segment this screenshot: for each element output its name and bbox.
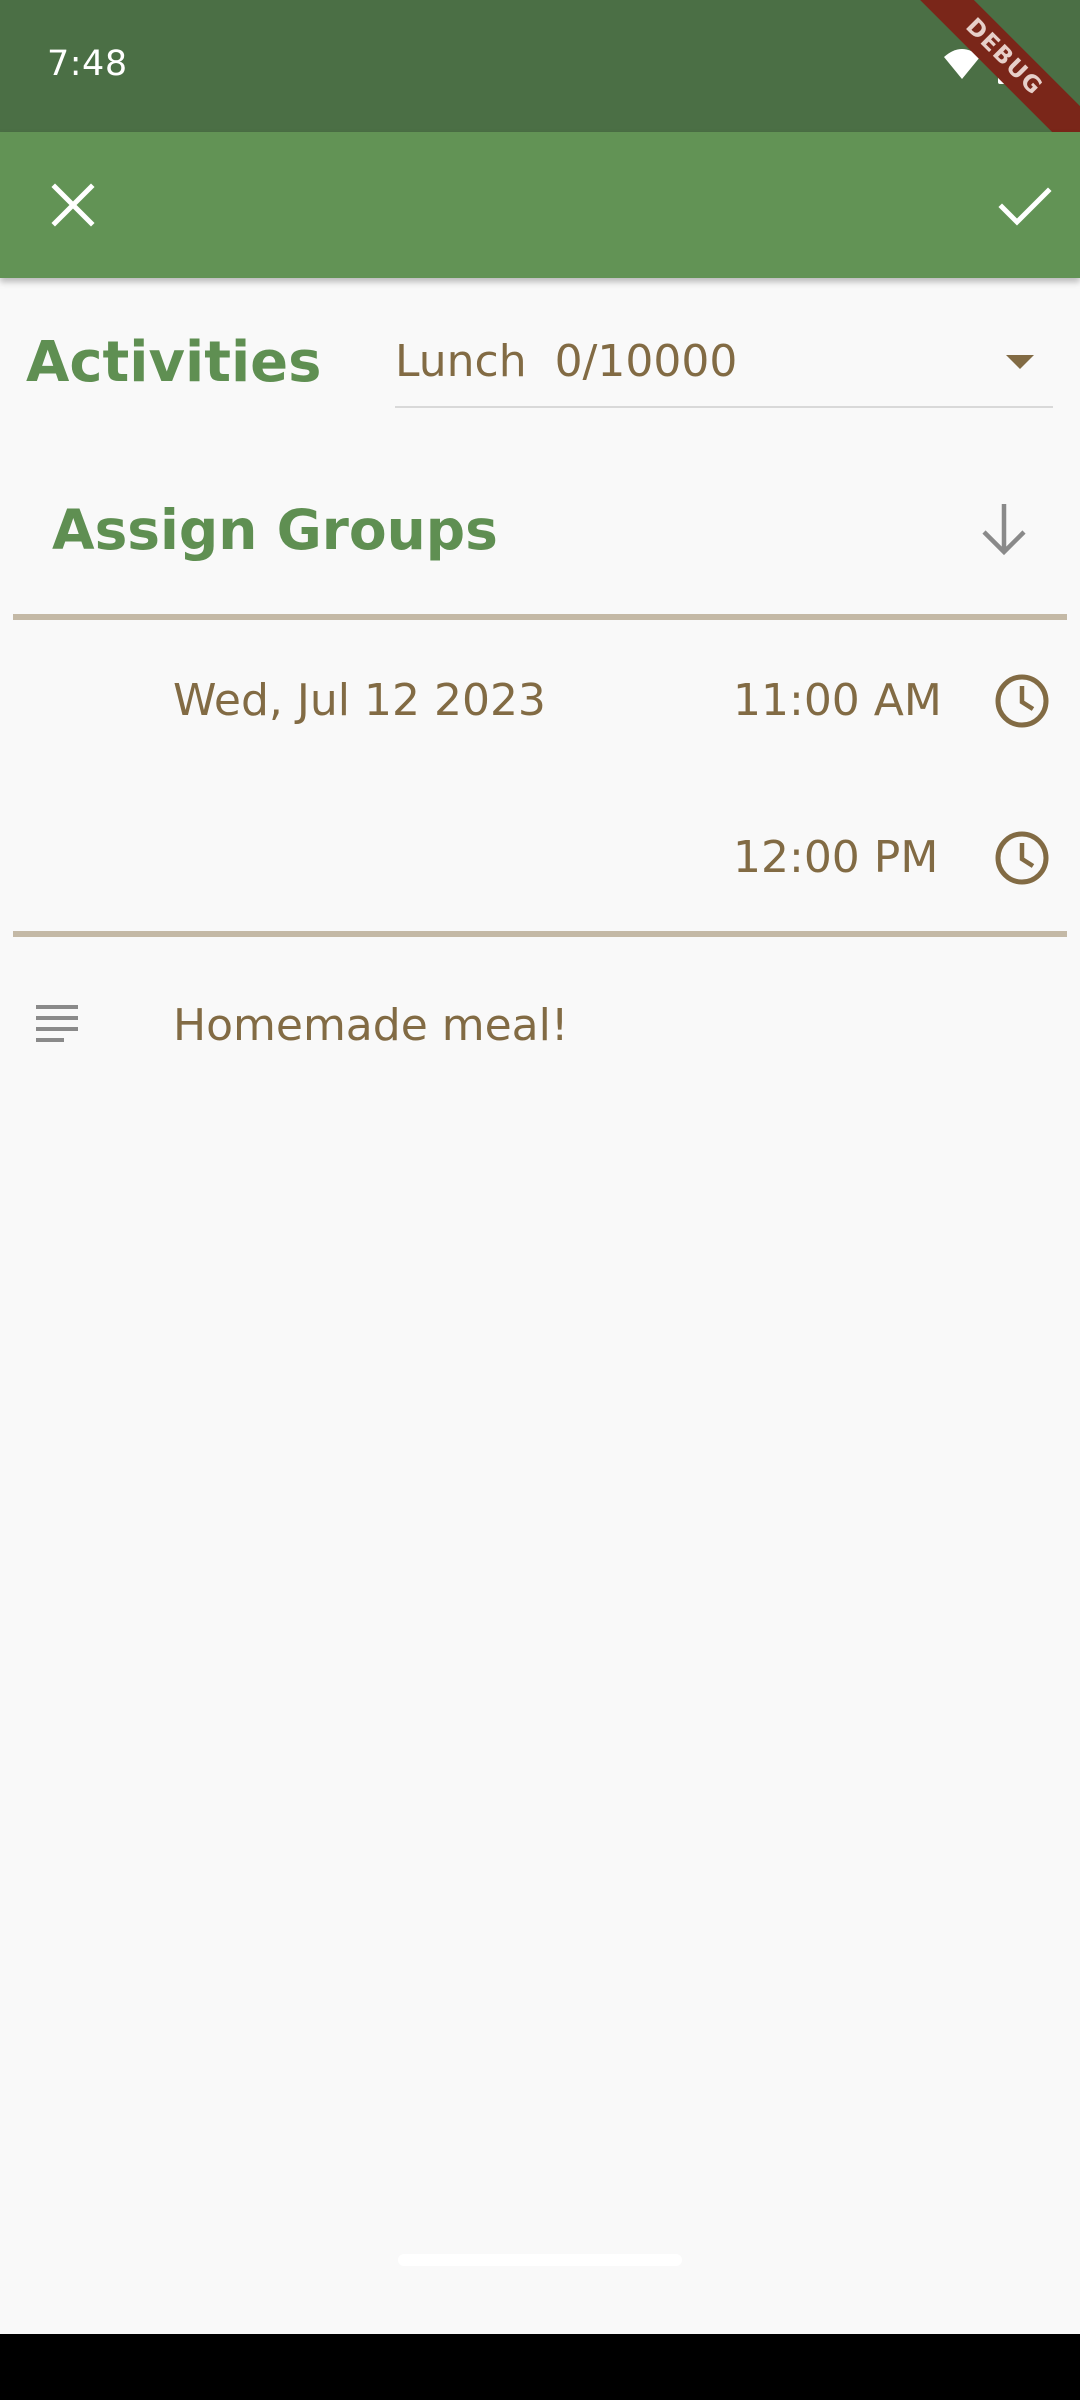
gesture-nav-handle[interactable] (398, 2254, 682, 2266)
app-bar (0, 132, 1080, 278)
divider (13, 931, 1067, 937)
activity-selected-value: Lunch 0/10000 (395, 336, 738, 387)
arrow-down-icon (982, 504, 1026, 556)
clock-icon (995, 831, 1049, 885)
clock-icon (995, 674, 1049, 728)
confirm-button[interactable] (992, 173, 1056, 237)
check-icon (998, 187, 1052, 226)
assign-groups-expander[interactable]: Assign Groups (0, 470, 1080, 590)
end-time-button[interactable] (993, 829, 1051, 887)
divider (13, 614, 1067, 620)
event-date[interactable]: Wed, Jul 12 2023 (173, 675, 546, 726)
dropdown-caret-icon (1006, 355, 1034, 369)
start-time[interactable]: 11:00 AM (733, 675, 942, 726)
end-time[interactable]: 12:00 PM (733, 832, 938, 883)
assign-groups-label: Assign Groups (52, 498, 498, 562)
close-button[interactable] (41, 173, 105, 237)
close-icon (51, 183, 95, 227)
notes-field[interactable]: Homemade meal! (173, 1000, 569, 1051)
status-time: 7:48 (47, 44, 128, 84)
activity-dropdown[interactable]: Lunch 0/10000 (395, 330, 1053, 408)
system-nav-bar (0, 2334, 1080, 2400)
status-bar: 7:48 DEBUG (0, 0, 1080, 170)
notes-icon (36, 1005, 78, 1042)
activities-label: Activities (26, 330, 322, 395)
start-time-button[interactable] (993, 672, 1051, 730)
